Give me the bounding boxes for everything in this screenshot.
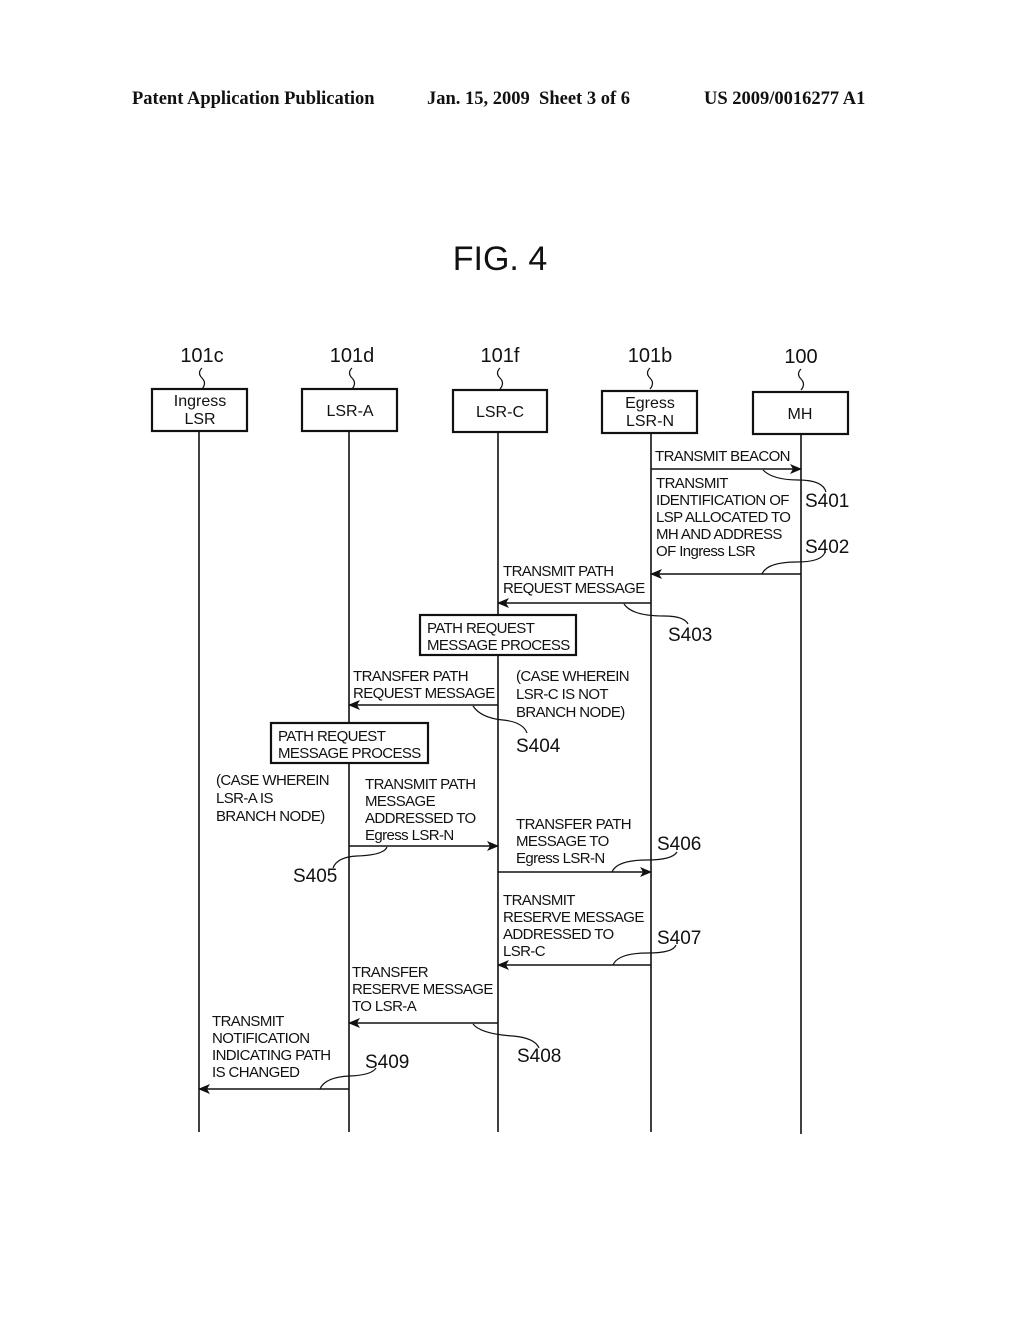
reference-leader (797, 368, 805, 391)
node-ref-label: 101c (180, 345, 223, 367)
reference-leader (646, 367, 654, 390)
message-label-line: RESERVE MESSAGE (503, 909, 644, 926)
node-label-line: LSR-A (326, 403, 373, 420)
message-label-line: TRANSMIT (503, 892, 575, 909)
message-label-line: TRANSMIT (656, 475, 728, 492)
process-label-line: MESSAGE PROCESS (427, 637, 570, 654)
sequence-diagram: 101c Ingress LSR 101d LSR-A 101f LSR-C 1… (150, 345, 849, 1134)
message-label-line: ADDRESSED TO (503, 926, 614, 943)
reference-leader (348, 367, 356, 390)
node-label-line: Egress (625, 395, 675, 412)
node-label-line: LSR (184, 411, 215, 428)
step-label: S406 (657, 834, 701, 855)
note-line: LSR-C IS NOT (516, 686, 608, 703)
step-label: S409 (365, 1052, 409, 1073)
reference-leader (496, 367, 504, 390)
message-label-line: TRANSMIT (212, 1013, 284, 1030)
message-label-line: REQUEST MESSAGE (353, 685, 495, 702)
step-label: S407 (657, 928, 701, 949)
node-ref-label: 101d (330, 345, 375, 367)
process-label-line: PATH REQUEST (427, 620, 535, 637)
message-s402: TRANSMIT IDENTIFICATION OF LSP ALLOCATED… (650, 475, 849, 579)
message-label-line: TO LSR-A (352, 998, 417, 1015)
process-label-line: PATH REQUEST (278, 728, 386, 745)
node-label-line: LSR-C (476, 404, 524, 421)
message-label-line: INDICATING PATH (212, 1047, 331, 1064)
note-line: (CASE WHEREIN (216, 772, 329, 789)
step-leader (472, 1023, 540, 1049)
step-leader (611, 851, 678, 873)
note-line: BRANCH NODE) (216, 808, 325, 825)
node-label-line: Ingress (174, 393, 226, 410)
message-label-line: IDENTIFICATION OF (656, 492, 789, 509)
step-label: S403 (668, 625, 712, 646)
message-label-line: TRANSMIT BEACON (655, 448, 790, 465)
message-label-line: TRANSFER PATH (516, 816, 631, 833)
process-box-lsr-a: PATH REQUEST MESSAGE PROCESS (269, 721, 430, 765)
message-label-line: MH AND ADDRESS (656, 526, 782, 543)
process-label-line: MESSAGE PROCESS (278, 745, 421, 762)
message-label-line: TRANSFER PATH (353, 668, 468, 685)
step-label: S408 (517, 1046, 561, 1067)
message-label-line: TRANSFER (352, 964, 429, 981)
step-leader (332, 846, 388, 869)
step-label: S402 (805, 537, 849, 558)
message-label-line: MESSAGE (365, 793, 436, 810)
message-label-line: MESSAGE TO (516, 833, 609, 850)
message-label-line: LSP ALLOCATED TO (656, 509, 790, 526)
step-leader (762, 469, 827, 493)
node-label-line: MH (788, 406, 813, 423)
step-label: S405 (293, 866, 337, 887)
message-s406: TRANSFER PATH MESSAGE TO Egress LSR-N S4… (498, 816, 701, 877)
process-box-lsr-c: PATH REQUEST MESSAGE PROCESS (418, 613, 578, 657)
message-label-line: REQUEST MESSAGE (503, 580, 645, 597)
step-label: S401 (805, 491, 849, 512)
message-label-line: TRANSMIT PATH (503, 563, 614, 580)
note-lsr-c-not-branch: (CASE WHEREIN LSR-C IS NOT BRANCH NODE) (516, 668, 630, 721)
message-s407: TRANSMIT RESERVE MESSAGE ADDRESSED TO LS… (497, 892, 701, 970)
node-ref-label: 100 (784, 346, 817, 368)
step-label: S404 (516, 736, 561, 757)
message-label-line: Egress LSR-N (516, 850, 605, 867)
message-label-line: IS CHANGED (212, 1064, 300, 1081)
node-ref-label: 101f (481, 345, 520, 367)
message-label-line: NOTIFICATION (212, 1030, 310, 1047)
message-label-line: RESERVE MESSAGE (352, 981, 493, 998)
step-leader (623, 603, 689, 625)
message-label-line: TRANSMIT PATH (365, 776, 476, 793)
message-s409: TRANSMIT NOTIFICATION INDICATING PATH IS… (198, 1013, 409, 1094)
node-ref-label: 101b (628, 345, 673, 367)
message-s405: TRANSMIT PATH MESSAGE ADDRESSED TO Egres… (293, 776, 499, 887)
node-label-line: LSR-N (626, 413, 674, 430)
note-lsr-a-branch: (CASE WHEREIN LSR-A IS BRANCH NODE) (216, 772, 330, 825)
message-label-line: LSR-C (503, 943, 546, 960)
note-line: BRANCH NODE) (516, 704, 625, 721)
note-line: LSR-A IS (216, 790, 273, 807)
message-label-line: OF Ingress LSR (656, 543, 756, 560)
message-label-line: Egress LSR-N (365, 827, 454, 844)
reference-leader (198, 367, 206, 390)
message-label-line: ADDRESSED TO (365, 810, 476, 827)
note-line: (CASE WHEREIN (516, 668, 629, 685)
